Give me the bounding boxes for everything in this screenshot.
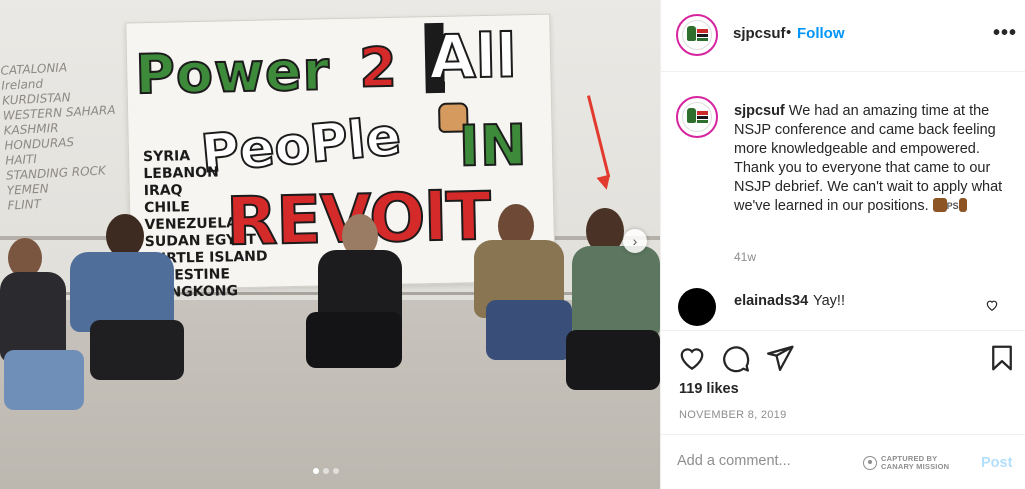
post-comment-button[interactable]: Post xyxy=(981,455,1012,471)
canary-logo-icon xyxy=(863,456,877,470)
watermark-text: CAPTURED BY CANARY MISSION xyxy=(881,455,949,471)
banner-power-text: Power xyxy=(134,38,332,107)
like-heart-icon[interactable] xyxy=(677,343,707,373)
banner-two-text: 2 xyxy=(358,35,399,101)
commenter-avatar[interactable] xyxy=(678,288,716,326)
carousel-dot xyxy=(323,468,329,474)
caption-author-avatar[interactable] xyxy=(676,96,718,138)
carousel-next-button[interactable]: › xyxy=(623,229,647,253)
author-avatar[interactable] xyxy=(676,14,718,56)
caption-age[interactable]: 41w xyxy=(734,250,756,264)
carousel-dot xyxy=(313,468,319,474)
canary-mission-watermark: CAPTURED BY CANARY MISSION xyxy=(863,455,949,471)
victory-hand-emoji-icon xyxy=(958,198,967,212)
add-comment-input[interactable] xyxy=(677,453,857,469)
follow-button[interactable]: Follow xyxy=(797,25,845,42)
comment-username[interactable]: elainads34 xyxy=(734,293,808,309)
post-actions: 119 likes NOVEMBER 8, 2019 xyxy=(661,330,1025,430)
comment-bar: CAPTURED BY CANARY MISSION Post xyxy=(661,434,1025,489)
banner-all-text: All xyxy=(424,20,522,94)
more-options-icon[interactable]: ••• xyxy=(993,22,1017,45)
share-paper-plane-icon[interactable] xyxy=(765,343,795,373)
carousel-dot xyxy=(333,468,339,474)
post-side-panel: sjpcsuf • Follow ••• sjpcsuf We had an a… xyxy=(660,0,1025,489)
post-date[interactable]: NOVEMBER 8, 2019 xyxy=(679,409,787,421)
chevron-right-icon: › xyxy=(632,233,638,249)
comment-like-heart-icon[interactable] xyxy=(985,298,999,312)
caption-username[interactable]: sjpcsuf xyxy=(734,103,785,119)
header-separator: • xyxy=(786,24,792,41)
post-photo[interactable]: CATALONIA Ireland KURDISTAN WESTERN SAHARA K… xyxy=(0,0,660,489)
save-bookmark-icon[interactable] xyxy=(987,343,1017,373)
likes-count[interactable]: 119 likes xyxy=(679,381,739,397)
carousel-indicator xyxy=(313,468,339,474)
caption-emoji-ps: PS xyxy=(946,201,959,211)
author-username[interactable]: sjpcsuf xyxy=(733,25,786,42)
post-header: sjpcsuf • Follow ••• xyxy=(661,0,1025,72)
sjp-logo-icon xyxy=(681,19,713,51)
comment-bubble-icon[interactable] xyxy=(721,343,751,373)
comment-text: Yay!! xyxy=(813,293,845,309)
watermark-line-2: CANARY MISSION xyxy=(881,462,950,471)
post-caption: sjpcsuf We had an amazing time at the NS… xyxy=(734,102,1009,216)
raised-fist-emoji-icon xyxy=(932,198,947,212)
sjp-logo-icon xyxy=(681,101,713,133)
banner-in-text: IN xyxy=(457,112,528,180)
